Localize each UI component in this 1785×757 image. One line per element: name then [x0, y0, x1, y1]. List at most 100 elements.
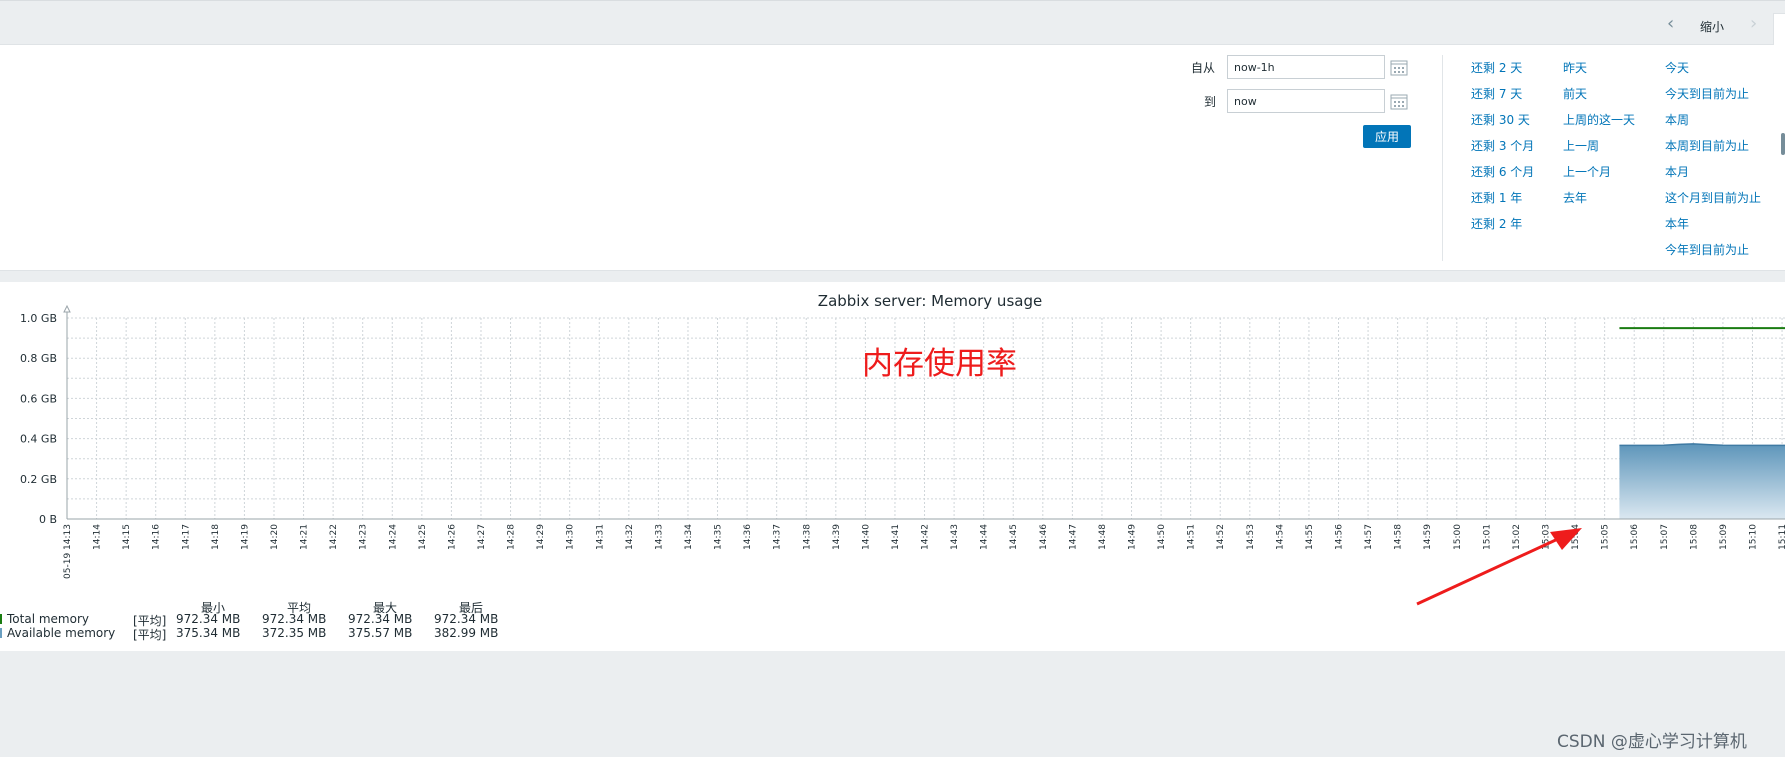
quick-range-link[interactable]: 前天: [1563, 85, 1587, 102]
calendar-icon[interactable]: [1390, 93, 1408, 110]
legend-max-value: 972.34 MB: [348, 612, 413, 626]
x-tick-label: 14:26: [447, 524, 457, 550]
x-tick-label: 14:14: [93, 524, 103, 550]
x-tick-label: 14:43: [950, 524, 960, 550]
y-tick-label: 0.2 GB: [20, 473, 57, 486]
y-tick-label: 1.0 GB: [20, 312, 57, 325]
legend-swatch: [0, 628, 2, 638]
quick-range-link[interactable]: 上一个月: [1563, 163, 1611, 180]
chevron-right-icon[interactable]: ›: [1750, 15, 1757, 33]
from-label: 自从: [1191, 61, 1216, 75]
x-tick-label: 14:30: [566, 524, 576, 550]
x-tick-label: 14:34: [684, 524, 694, 550]
x-tick-label: 14:27: [477, 524, 487, 550]
filter-tab[interactable]: [1773, 13, 1785, 46]
x-tick-label: 14:50: [1157, 524, 1167, 550]
x-tick-label: 14:47: [1068, 524, 1078, 550]
legend-avg-value: 972.34 MB: [262, 612, 327, 626]
x-tick-label: 14:44: [980, 524, 990, 550]
quick-range-link[interactable]: 还剩 30 天: [1471, 111, 1530, 128]
legend-max-value: 375.57 MB: [348, 626, 413, 640]
quick-range-link[interactable]: 还剩 7 天: [1471, 85, 1522, 102]
x-tick-label: 15:10: [1748, 524, 1758, 550]
x-tick-label: 14:55: [1305, 524, 1315, 550]
quick-range-link[interactable]: 还剩 6 个月: [1471, 163, 1534, 180]
x-tick-label: 14:40: [861, 524, 871, 550]
quick-range-link[interactable]: 本年: [1665, 215, 1689, 232]
legend-min-value: 972.34 MB: [176, 612, 241, 626]
quick-range-link[interactable]: 上一周: [1563, 137, 1599, 154]
x-tick-label: 14:20: [270, 524, 280, 550]
legend-min-value: 375.34 MB: [176, 626, 241, 640]
divider: [1442, 55, 1443, 261]
y-tick-label: 0.6 GB: [20, 392, 57, 405]
quick-range-link[interactable]: 还剩 1 年: [1471, 189, 1522, 206]
x-tick-label: 14:42: [921, 524, 931, 550]
x-tick-label: 14:24: [388, 524, 398, 550]
x-tick-label: 15:07: [1660, 524, 1670, 550]
y-tick-label: 0.4 GB: [20, 433, 57, 446]
x-tick-label: 14:57: [1364, 524, 1374, 550]
x-tick-label: 14:49: [1128, 524, 1138, 550]
quick-range-link[interactable]: 上周的这一天: [1563, 111, 1635, 128]
to-label: 到: [1204, 95, 1217, 109]
x-tick-label: 14:33: [654, 524, 664, 550]
x-tick-label: 14:19: [240, 524, 250, 550]
x-tick-label: 14:36: [743, 524, 753, 550]
to-input[interactable]: [1227, 89, 1385, 113]
annotation-text: 内存使用率: [862, 346, 1017, 382]
x-tick-label: 14:46: [1039, 524, 1049, 550]
series-area-available-memory: [1619, 443, 1785, 519]
arrow-head: [1550, 528, 1582, 550]
x-tick-label: 14:31: [595, 524, 605, 550]
legend-last-value: 972.34 MB: [434, 612, 499, 626]
x-tick-label: 14:16: [152, 524, 162, 550]
legend-swatch: [0, 614, 2, 624]
quick-range-link[interactable]: 昨天: [1563, 59, 1587, 76]
quick-range-link[interactable]: 本周: [1665, 111, 1689, 128]
x-tick-label: 15:11: [1778, 524, 1785, 550]
quick-range-link[interactable]: 还剩 2 天: [1471, 59, 1522, 76]
quick-range-link[interactable]: 还剩 3 个月: [1471, 137, 1534, 154]
x-start-label: 05-19 14:13: [63, 524, 73, 579]
x-tick-label: 14:32: [625, 524, 635, 550]
x-tick-label: 14:38: [802, 524, 812, 550]
x-tick-label: 15:06: [1630, 524, 1640, 550]
x-tick-label: 14:39: [832, 524, 842, 550]
legend-series-name: Total memory: [7, 612, 89, 626]
quick-range-link[interactable]: 这个月到目前为止: [1665, 189, 1761, 206]
x-tick-label: 15:05: [1601, 524, 1611, 550]
quick-range-link[interactable]: 去年: [1563, 189, 1587, 206]
x-tick-label: 14:48: [1098, 524, 1108, 550]
quick-range-link[interactable]: 今天: [1665, 59, 1689, 76]
legend-avg-value: 372.35 MB: [262, 626, 327, 640]
chevron-left-icon[interactable]: ‹: [1667, 15, 1674, 33]
quick-range-link[interactable]: 今天到目前为止: [1665, 85, 1749, 102]
quick-range-link[interactable]: 本周到目前为止: [1665, 137, 1749, 154]
arrow-annotation: [1416, 528, 1582, 606]
time-navigation-bar: ‹ 缩小 ›: [0, 0, 1785, 46]
arrow-shaft: [1416, 536, 1561, 606]
apply-button[interactable]: 应用: [1363, 125, 1411, 148]
x-tick-label: 14:45: [1009, 524, 1019, 550]
legend-function: [平均]: [133, 628, 167, 642]
quick-range-link[interactable]: 今年到目前为止: [1665, 241, 1749, 258]
x-tick-label: 14:17: [181, 524, 191, 550]
legend-series-name: Available memory: [7, 626, 116, 640]
quick-range-link[interactable]: 还剩 2 年: [1471, 215, 1522, 232]
y-tick-label: 0.8 GB: [20, 352, 57, 365]
x-tick-label: 14:51: [1187, 524, 1197, 550]
calendar-icon[interactable]: [1390, 59, 1408, 76]
x-tick-label: 14:35: [714, 524, 724, 550]
x-tick-label: 14:37: [773, 524, 783, 550]
from-input[interactable]: [1227, 55, 1385, 79]
x-tick-label: 14:29: [536, 524, 546, 550]
x-tick-label: 14:56: [1335, 524, 1345, 550]
x-tick-label: 14:53: [1246, 524, 1256, 550]
zoom-out-button[interactable]: 缩小: [1700, 18, 1724, 35]
x-tick-label: 15:08: [1689, 524, 1699, 550]
quick-range-link[interactable]: 本月: [1665, 163, 1689, 180]
scrollbar-thumb[interactable]: [1781, 133, 1785, 155]
x-tick-label: 14:15: [122, 524, 132, 550]
x-tick-label: 14:52: [1216, 524, 1226, 550]
